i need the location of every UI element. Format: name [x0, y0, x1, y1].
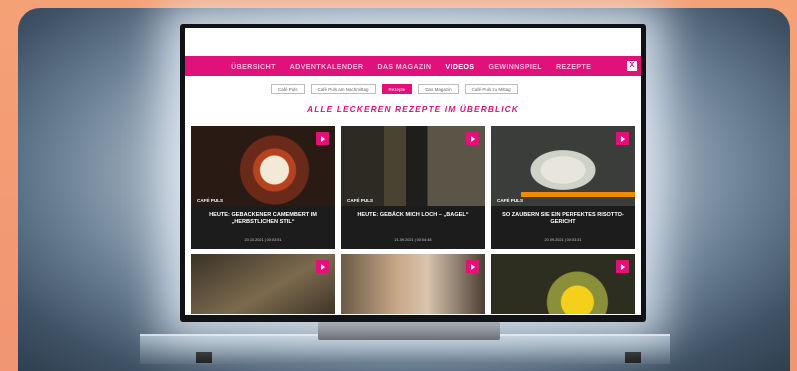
nav-item-videos[interactable]: VIDEOS [445, 62, 474, 71]
video-thumbnail [191, 126, 335, 206]
video-card[interactable] [341, 254, 485, 314]
video-title: SO ZAUBERN SIE EIN PERFEKTES RISOTTO-GER… [502, 212, 624, 225]
show-tag: CAFÉ PULS [197, 198, 224, 203]
tv-frame: ÜBERSICHT ADVENTKALENDER DAS MAGAZIN VID… [180, 24, 646, 322]
video-thumbnail [191, 254, 335, 314]
video-card[interactable]: CAFÉ PULS SO ZAUBERN SIE EIN PERFEKTES R… [491, 126, 635, 249]
show-tag: CAFÉ PULS [347, 198, 374, 203]
video-meta: 20.10.2021 | 00:03:51 [244, 238, 282, 242]
play-icon[interactable] [616, 260, 629, 273]
subnav-cafe-puls-mittag[interactable]: Café Puls zu Mittag [464, 84, 518, 94]
photo-scene: ÜBERSICHT ADVENTKALENDER DAS MAGAZIN VID… [0, 0, 797, 371]
promo-banner [521, 192, 635, 197]
show-tag: CAFÉ PULS [497, 198, 524, 203]
video-card[interactable] [491, 254, 635, 314]
main-nav: ÜBERSICHT ADVENTKALENDER DAS MAGAZIN VID… [185, 56, 641, 76]
video-card[interactable]: CAFÉ PULS HEUTE: GEBÄCK MICH LOCH – „BAG… [341, 126, 485, 249]
table-leg [625, 352, 641, 363]
video-title: HEUTE: GEBACKENER CAMEMBERT IM „HERBSTLI… [209, 212, 317, 225]
video-card[interactable]: CAFÉ PULS HEUTE: GEBACKENER CAMEMBERT IM… [191, 126, 335, 249]
tv-stand [318, 322, 500, 340]
video-thumbnail [341, 254, 485, 314]
subnav-cafe-puls[interactable]: Café Puls [271, 84, 305, 94]
sub-nav: Café Puls Café Puls am Nachmittag Rezept… [271, 84, 518, 94]
video-thumbnail [341, 126, 485, 206]
nav-item-rezepte[interactable]: REZEPTE [556, 62, 591, 71]
subnav-das-magazin[interactable]: Das Magazin [418, 84, 459, 94]
play-icon[interactable] [316, 260, 329, 273]
play-icon[interactable] [466, 132, 479, 145]
subnav-cafe-puls-nachmittag[interactable]: Café Puls am Nachmittag [310, 84, 376, 94]
close-button[interactable]: X [627, 61, 637, 71]
play-icon[interactable] [316, 132, 329, 145]
video-thumbnail [491, 254, 635, 314]
nav-item-uebersicht[interactable]: ÜBERSICHT [231, 62, 276, 71]
video-card[interactable] [191, 254, 335, 314]
nav-item-das-magazin[interactable]: DAS MAGAZIN [377, 62, 431, 71]
page-title: ALLE LECKEREN REZEPTE IM ÜBERBLICK [307, 104, 519, 114]
nav-item-adventkalender[interactable]: ADVENTKALENDER [290, 62, 364, 71]
subnav-rezepte[interactable]: Rezepte [381, 84, 413, 94]
table-leg [196, 352, 212, 363]
play-icon[interactable] [616, 132, 629, 145]
video-meta: 21.09.2021 | 00:04:48 [394, 238, 432, 242]
video-title: HEUTE: GEBÄCK MICH LOCH – „BAGEL“ [357, 212, 469, 218]
video-meta: 20.09.2021 | 00:03:31 [544, 238, 582, 242]
nav-item-gewinnspiel[interactable]: GEWINNSPIEL [488, 62, 542, 71]
tv-screen: ÜBERSICHT ADVENTKALENDER DAS MAGAZIN VID… [185, 28, 641, 315]
play-icon[interactable] [466, 260, 479, 273]
